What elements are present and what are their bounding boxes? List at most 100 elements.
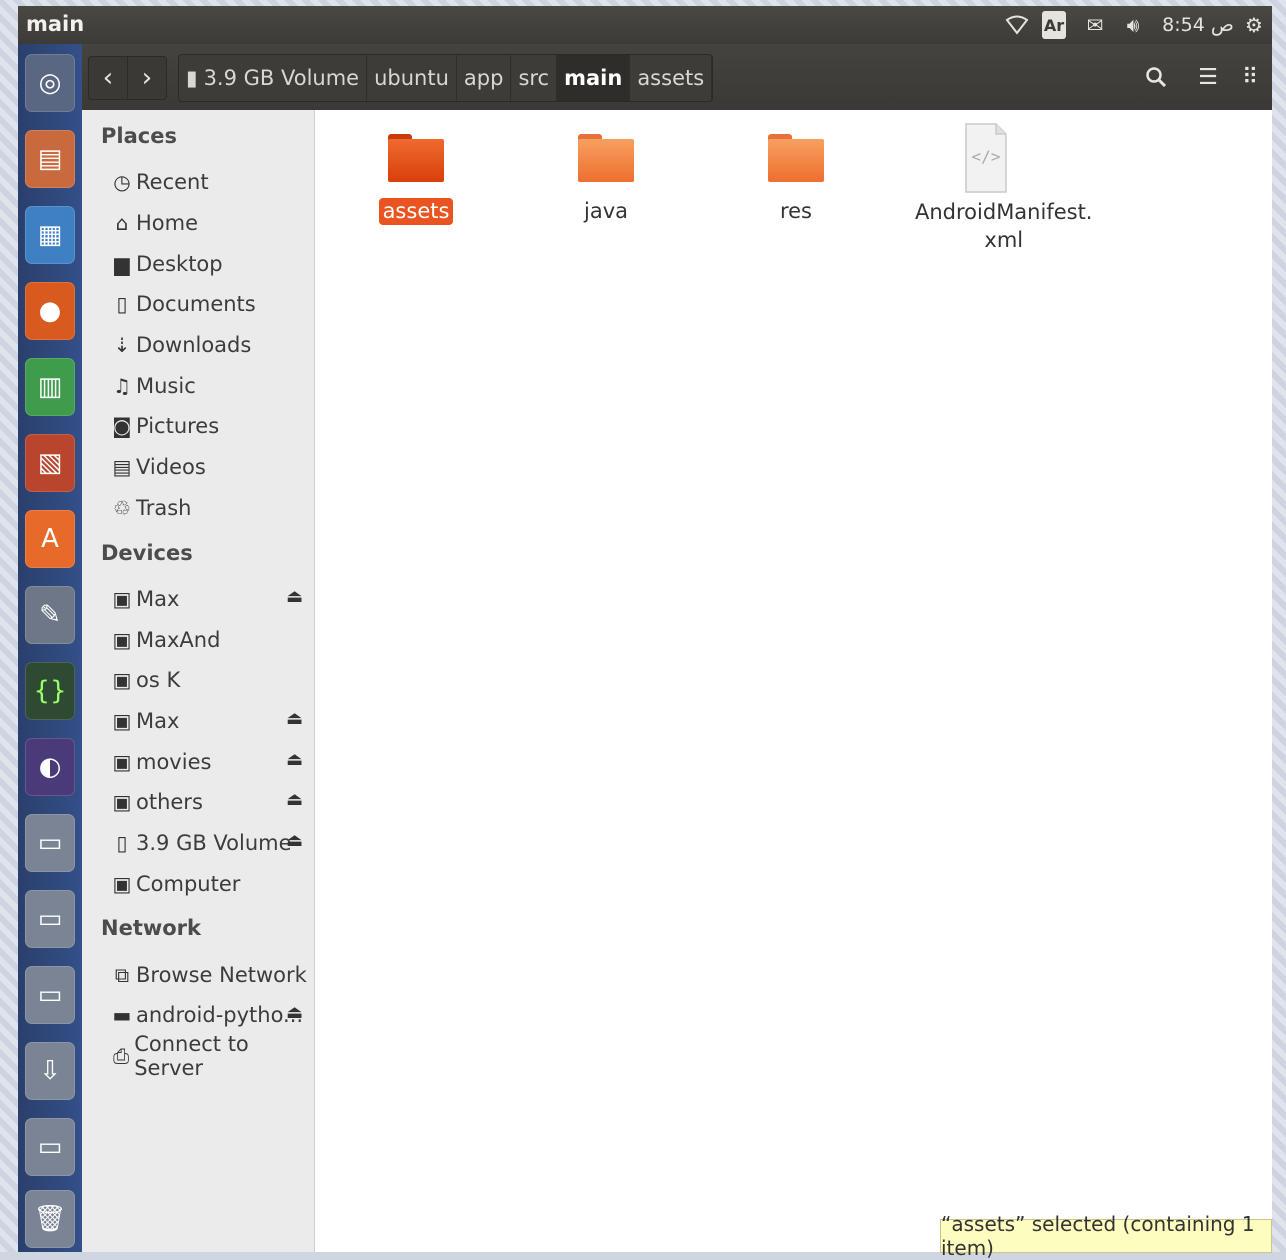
sidebar-item-device[interactable]: ▯ 3.9 GB Volume bbox=[110, 827, 310, 859]
sidebar: Places ◷ Recent ⌂ Home ▆ Desktop ▯ Documents… bbox=[82, 110, 315, 1252]
eject-icon[interactable]: ⏏ bbox=[286, 789, 303, 810]
music-icon: ♫ bbox=[113, 374, 131, 398]
file-item-assets[interactable]: assets bbox=[341, 134, 491, 225]
breadcrumb-item[interactable]: src bbox=[511, 55, 558, 101]
search-icon bbox=[1146, 67, 1167, 88]
drive-icon: ▣ bbox=[112, 668, 132, 692]
breadcrumb-item[interactable]: assets bbox=[630, 55, 713, 101]
eject-icon[interactable]: ⏏ bbox=[286, 586, 303, 607]
network-heading: Network bbox=[101, 916, 202, 940]
sidebar-item-videos[interactable]: ▤ Videos bbox=[110, 451, 310, 483]
sidebar-item-downloads[interactable]: ⇣ Downloads bbox=[110, 329, 310, 361]
server-icon: ⎙ bbox=[113, 1044, 130, 1068]
file-view[interactable]: assets java res </> AndroidManifest. xml bbox=[315, 110, 1272, 1252]
drive-icon: ▣ bbox=[112, 872, 132, 896]
eclipse-icon[interactable]: ◐ bbox=[25, 738, 75, 796]
drive-icon: ▣ bbox=[112, 628, 132, 652]
breadcrumb-item-current[interactable]: main bbox=[557, 55, 631, 101]
folder-icon: ▆ bbox=[114, 252, 130, 276]
sidebar-item-device[interactable]: ▣ movies bbox=[110, 746, 310, 778]
sidebar-item-pictures[interactable]: ◙ Pictures bbox=[110, 410, 310, 442]
drive-icon[interactable]: ▭ bbox=[25, 966, 75, 1024]
document-icon: ▯ bbox=[116, 292, 128, 316]
code-editor-icon[interactable]: {} bbox=[25, 662, 75, 720]
dash-icon[interactable]: ◎ bbox=[25, 54, 75, 112]
sidebar-item-device[interactable]: ▣ os K bbox=[110, 664, 310, 696]
sidebar-item-network-share[interactable]: ▬ android-pytho... bbox=[110, 999, 310, 1031]
sidebar-item-desktop[interactable]: ▆ Desktop bbox=[110, 248, 310, 280]
network-icon: ⧉ bbox=[114, 963, 130, 987]
sidebar-item-browse-network[interactable]: ⧉ Browse Network bbox=[110, 959, 310, 991]
launcher: ◎ ▤ ▦ ● ▥ ▧ A ✎ {} ◐ ▭ ▭ ▭ ⇩ ▭ 🗑︎ bbox=[18, 44, 82, 1252]
firefox-icon[interactable]: ● bbox=[25, 282, 75, 340]
keyboard-layout-indicator[interactable]: Ar bbox=[1042, 11, 1066, 39]
text-editor-icon[interactable]: ✎ bbox=[25, 586, 75, 644]
grid-view-button[interactable]: ⠿ bbox=[1230, 56, 1270, 98]
drive-icon: ▣ bbox=[112, 790, 132, 814]
software-center-icon[interactable]: A bbox=[25, 510, 75, 568]
trash-icon: ♲ bbox=[113, 496, 131, 520]
sidebar-item-trash[interactable]: ♲ Trash bbox=[110, 492, 310, 524]
disc-icon: ▬ bbox=[112, 1003, 132, 1027]
drive-icon[interactable]: ▭ bbox=[25, 814, 75, 872]
toolbar: ‹ › ▮ 3.9 GB Volume ubuntu app src main a… bbox=[82, 44, 1272, 110]
impress-icon[interactable]: ▧ bbox=[25, 434, 75, 492]
trash-icon[interactable]: 🗑︎ bbox=[25, 1190, 75, 1248]
file-item-res[interactable]: res bbox=[721, 134, 871, 225]
sidebar-item-recent[interactable]: ◷ Recent bbox=[110, 166, 310, 198]
calc-icon[interactable]: ▥ bbox=[25, 358, 75, 416]
list-view-button[interactable]: ☰ bbox=[1188, 56, 1228, 98]
places-heading: Places bbox=[101, 124, 177, 148]
breadcrumb-item[interactable]: ubuntu bbox=[367, 55, 457, 101]
film-icon: ▤ bbox=[112, 455, 132, 479]
file-name: res bbox=[779, 199, 813, 223]
camera-icon: ◙ bbox=[112, 414, 132, 438]
drive-icon[interactable]: ▭ bbox=[25, 1118, 75, 1176]
writer-icon[interactable]: ▦ bbox=[25, 206, 75, 264]
drive-icon: ▣ bbox=[112, 750, 132, 774]
sidebar-item-home[interactable]: ⌂ Home bbox=[110, 207, 310, 239]
forward-button[interactable]: › bbox=[127, 56, 167, 100]
volume-icon[interactable]: 🔊︎ bbox=[1118, 11, 1148, 39]
eject-icon[interactable]: ⏏ bbox=[286, 830, 303, 851]
sidebar-item-computer[interactable]: ▣ Computer bbox=[110, 868, 310, 900]
download-icon: ⇣ bbox=[113, 333, 131, 357]
breadcrumb-item[interactable]: ▮ 3.9 GB Volume bbox=[179, 55, 368, 101]
mail-icon[interactable]: ✉ bbox=[1080, 11, 1110, 39]
usb-icon: ▯ bbox=[116, 831, 128, 855]
sidebar-item-device[interactable]: ▣ Max bbox=[110, 583, 310, 615]
files-icon[interactable]: ▤ bbox=[25, 130, 75, 188]
clock[interactable]: 8:54 ص bbox=[1158, 11, 1238, 39]
usb-drive-icon[interactable]: ⇩ bbox=[25, 1042, 75, 1100]
search-button[interactable] bbox=[1136, 56, 1176, 98]
clock-icon: ◷ bbox=[113, 170, 131, 194]
file-name: java bbox=[584, 199, 628, 223]
file-name: AndroidManifest. xml bbox=[915, 200, 1093, 252]
sidebar-item-music[interactable]: ♫ Music bbox=[110, 370, 310, 402]
drive-icon: ▣ bbox=[112, 709, 132, 733]
folder-icon bbox=[388, 134, 444, 182]
eject-icon[interactable]: ⏏ bbox=[286, 749, 303, 770]
file-item-androidmanifest[interactable]: </> AndroidManifest. xml bbox=[911, 122, 1093, 254]
sidebar-item-device[interactable]: ▣ others bbox=[110, 786, 310, 818]
gear-icon[interactable]: ⚙ bbox=[1240, 11, 1268, 39]
network-indicator-icon[interactable] bbox=[1002, 11, 1032, 39]
breadcrumb-item[interactable]: app bbox=[456, 55, 512, 101]
eject-icon[interactable]: ⏏ bbox=[286, 708, 303, 729]
status-bar: “assets” selected (containing 1 item) bbox=[940, 1212, 1272, 1260]
drive-icon[interactable]: ▭ bbox=[25, 890, 75, 948]
svg-text:</>: </> bbox=[972, 147, 1001, 166]
eject-icon[interactable]: ⏏ bbox=[286, 1002, 303, 1023]
back-button[interactable]: ‹ bbox=[88, 56, 128, 100]
sidebar-item-device[interactable]: ▣ Max bbox=[110, 705, 310, 737]
file-item-java[interactable]: java bbox=[531, 134, 681, 225]
folder-icon bbox=[768, 134, 824, 182]
xml-file-icon: </> bbox=[964, 122, 1008, 194]
file-name: assets bbox=[378, 198, 454, 225]
window-title: main bbox=[26, 12, 85, 36]
home-icon: ⌂ bbox=[115, 211, 129, 235]
usb-icon: ▮ bbox=[186, 66, 198, 90]
sidebar-item-documents[interactable]: ▯ Documents bbox=[110, 288, 310, 320]
sidebar-item-connect-to-server[interactable]: ⎙ Connect to Server bbox=[110, 1032, 310, 1080]
sidebar-item-device[interactable]: ▣ MaxAnd bbox=[110, 624, 310, 656]
